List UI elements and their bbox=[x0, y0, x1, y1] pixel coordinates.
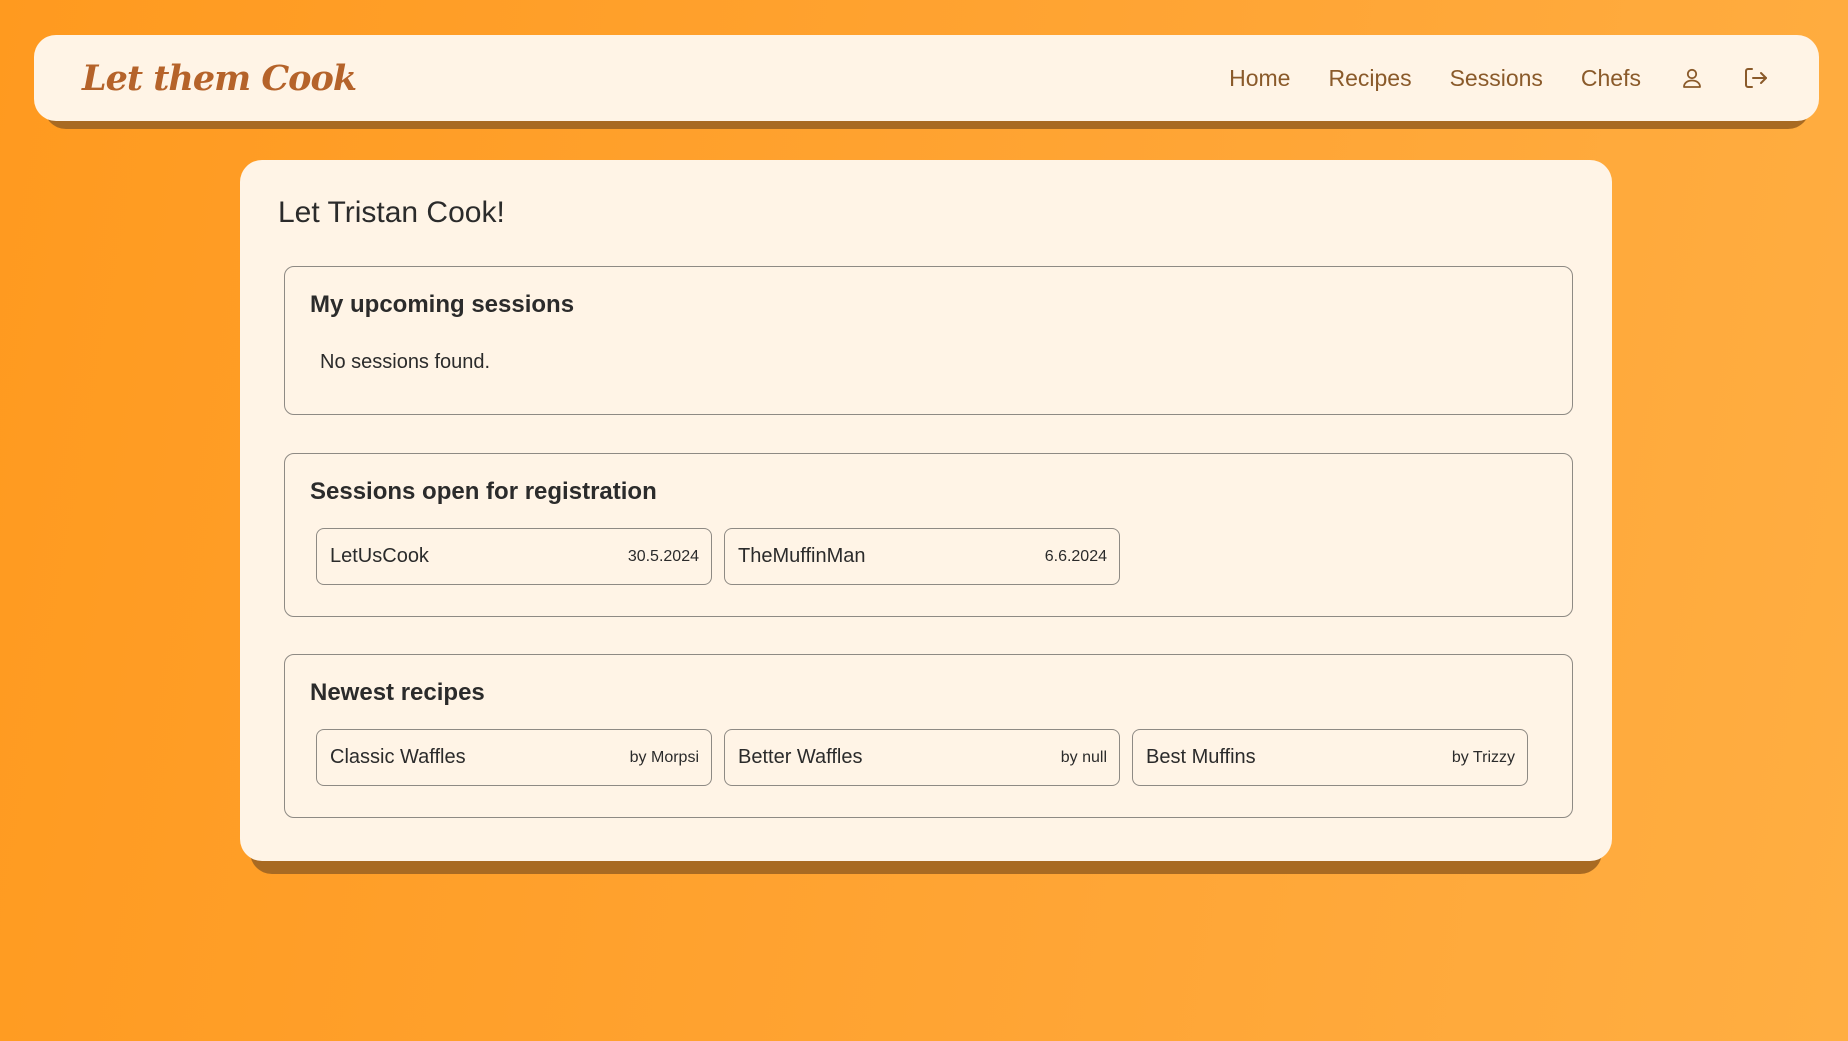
empty-sessions-text: No sessions found. bbox=[320, 351, 491, 373]
recipe-name: Better Waffles bbox=[738, 746, 863, 768]
recipe-card[interactable]: Classic Waffles by Morpsi bbox=[316, 729, 712, 786]
page-title: Let Tristan Cook! bbox=[278, 196, 505, 229]
nav-links: Home Recipes Sessions Chefs bbox=[1191, 65, 1769, 92]
main-card: Let Tristan Cook! My upcoming sessions N… bbox=[240, 160, 1612, 861]
nav-link-sessions[interactable]: Sessions bbox=[1450, 65, 1543, 92]
brand-logo[interactable]: Let them Cook bbox=[82, 58, 357, 99]
session-name: LetUsCook bbox=[330, 545, 429, 567]
recipe-card[interactable]: Best Muffins by Trizzy bbox=[1132, 729, 1528, 786]
recipe-author: by Trizzy bbox=[1451, 748, 1515, 766]
session-name: TheMuffinMan bbox=[738, 545, 866, 567]
session-card[interactable]: LetUsCook 30.5.2024 bbox=[316, 528, 712, 585]
user-icon[interactable] bbox=[1679, 65, 1705, 91]
section-title-open-sessions: Sessions open for registration bbox=[310, 478, 657, 505]
nav-link-recipes[interactable]: Recipes bbox=[1328, 65, 1411, 92]
section-title-newest-recipes: Newest recipes bbox=[310, 679, 485, 706]
session-date: 30.5.2024 bbox=[627, 547, 699, 565]
session-date: 6.6.2024 bbox=[1044, 547, 1107, 565]
recipe-card[interactable]: Better Waffles by null bbox=[724, 729, 1120, 786]
nav-link-home[interactable]: Home bbox=[1229, 65, 1290, 92]
upcoming-sessions-section: My upcoming sessions No sessions found. bbox=[284, 266, 1573, 415]
newest-recipes-list: Classic Waffles by Morpsi Better Waffles… bbox=[316, 729, 1540, 786]
session-card[interactable]: TheMuffinMan 6.6.2024 bbox=[724, 528, 1120, 585]
navbar: Let them Cook Home Recipes Sessions Chef… bbox=[34, 35, 1819, 121]
open-sessions-section: Sessions open for registration LetUsCook… bbox=[284, 453, 1573, 617]
nav-link-chefs[interactable]: Chefs bbox=[1581, 65, 1641, 92]
logout-icon[interactable] bbox=[1743, 65, 1769, 91]
section-title-upcoming: My upcoming sessions bbox=[310, 291, 575, 318]
open-sessions-list: LetUsCook 30.5.2024 TheMuffinMan 6.6.202… bbox=[316, 528, 1132, 585]
recipe-author: by Morpsi bbox=[629, 748, 699, 766]
newest-recipes-section: Newest recipes Classic Waffles by Morpsi… bbox=[284, 654, 1573, 818]
recipe-author: by null bbox=[1060, 748, 1107, 766]
recipe-name: Classic Waffles bbox=[330, 746, 466, 768]
recipe-name: Best Muffins bbox=[1146, 746, 1256, 768]
